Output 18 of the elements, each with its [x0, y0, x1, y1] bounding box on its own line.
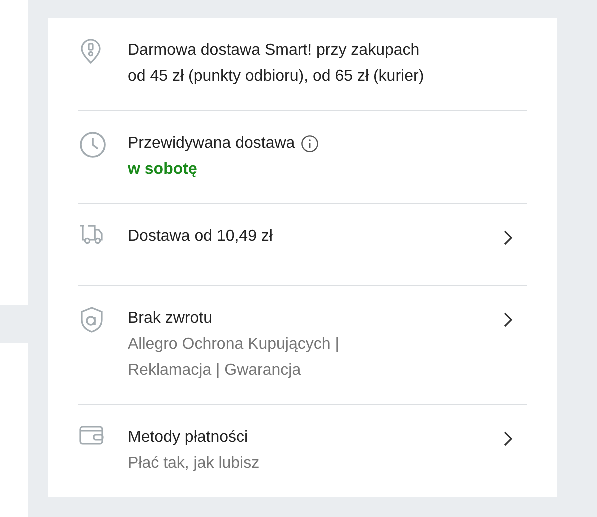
clock-icon — [79, 131, 107, 159]
item-title: Dostawa od 10,49 zł — [128, 227, 273, 247]
item-subtitle: Płać tak, jak lubisz — [128, 455, 260, 472]
chevron-right-icon[interactable] — [503, 431, 513, 447]
item-subtitle: Allegro Ochrona Kupujących | — [128, 336, 340, 353]
item-title: Darmowa dostawa Smart! przy zakupach — [128, 41, 420, 61]
wallet-icon — [79, 425, 105, 447]
pin-icon — [79, 38, 103, 66]
shield-icon — [79, 306, 105, 334]
item-title: od 45 zł (punkty odbioru), od 65 zł (kurier) — [128, 67, 424, 87]
chevron-right-icon[interactable] — [503, 312, 513, 328]
chevron-right-icon[interactable] — [503, 230, 513, 246]
item-title: Przewidywana dostawa — [128, 134, 296, 154]
info-icon[interactable] — [301, 135, 320, 153]
item-title: Brak zwrotu — [128, 309, 212, 329]
delivery-day: w sobotę — [128, 157, 527, 183]
item-title: Metody płatności — [128, 428, 248, 448]
item-subtitle: Reklamacja | Gwarancja — [128, 362, 302, 379]
